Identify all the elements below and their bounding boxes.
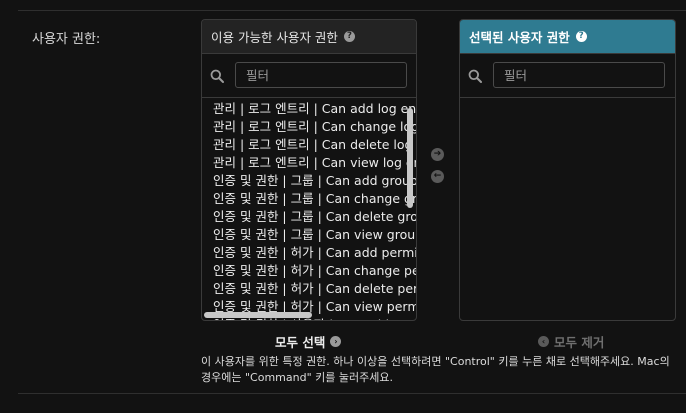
help-text: 이 사용자를 위한 특정 권한. 하나 이상을 선택하려면 "Control" … (201, 355, 670, 384)
permission-field-row: 사용자 권한: 이용 가능한 사용자 권한 ? 관리 | 로그 엔트리 | Ca… (0, 0, 686, 413)
arrow-right-icon: ➔ (433, 149, 442, 159)
horizontal-scrollbar-thumb[interactable] (204, 312, 312, 318)
remove-all-link[interactable]: ‹ 모두 제거 (538, 332, 604, 351)
list-item[interactable]: 관리 | 로그 엔트리 | Can view log entry (202, 154, 416, 172)
chevron-left-icon: ‹ (538, 336, 549, 347)
chosen-title: 선택된 사용자 권한 (469, 30, 570, 45)
chosen-header: 선택된 사용자 권한 ? (460, 20, 675, 54)
remove-all-label: 모두 제거 (554, 335, 605, 350)
choose-all-link[interactable]: 모두 선택 › (275, 332, 342, 351)
chevron-right-icon: › (330, 336, 342, 347)
remove-selected-button[interactable]: ← (431, 170, 444, 183)
list-item[interactable]: 인증 및 권한 | 허가 | Can add permission (202, 244, 416, 262)
list-item[interactable]: 인증 및 권한 | 그룹 | Can change group (202, 190, 416, 208)
list-item[interactable]: 인증 및 권한 | 허가 | Can delete permission (202, 280, 416, 298)
available-options-list[interactable]: 관리 | 로그 엔트리 | Can add log entry 관리 | 로그 엔… (202, 100, 416, 320)
available-filter-input[interactable] (235, 62, 407, 88)
list-item[interactable]: 인증 및 권한 | 그룹 | Can delete group (202, 208, 416, 226)
available-title: 이용 가능한 사용자 권한 (211, 30, 338, 45)
available-permissions-box: 이용 가능한 사용자 권한 ? 관리 | 로그 엔트리 | Can add lo… (201, 19, 417, 321)
available-header: 이용 가능한 사용자 권한 ? (202, 20, 416, 54)
chosen-filter-row (460, 54, 675, 98)
chosen-options-list[interactable] (460, 100, 675, 320)
list-item[interactable]: 관리 | 로그 엔트리 | Can add log entry (202, 100, 416, 118)
available-filter-row (202, 54, 416, 98)
help-icon[interactable]: ? (575, 31, 587, 42)
list-item[interactable]: 인증 및 권한 | 그룹 | Can view group (202, 226, 416, 244)
chosen-filter-input[interactable] (493, 62, 665, 88)
arrow-left-icon: ← (433, 171, 442, 181)
add-selected-button[interactable]: ➔ (431, 148, 444, 161)
list-item[interactable]: 인증 및 권한 | 그룹 | Can add group (202, 172, 416, 190)
bottom-divider (18, 393, 686, 394)
search-icon (468, 69, 482, 83)
search-icon (210, 69, 224, 83)
vertical-scrollbar-thumb[interactable] (407, 108, 413, 208)
help-icon[interactable]: ? (343, 31, 355, 42)
choose-all-label: 모두 선택 (275, 335, 326, 350)
field-label: 사용자 권한: (32, 32, 101, 47)
list-item[interactable]: 인증 및 권한 | 허가 | Can change permission (202, 262, 416, 280)
top-divider (18, 10, 686, 11)
list-item[interactable]: 관리 | 로그 엔트리 | Can delete log entry (202, 136, 416, 154)
chosen-permissions-box: 선택된 사용자 권한 ? (459, 19, 676, 321)
list-item[interactable]: 관리 | 로그 엔트리 | Can change log entry (202, 118, 416, 136)
